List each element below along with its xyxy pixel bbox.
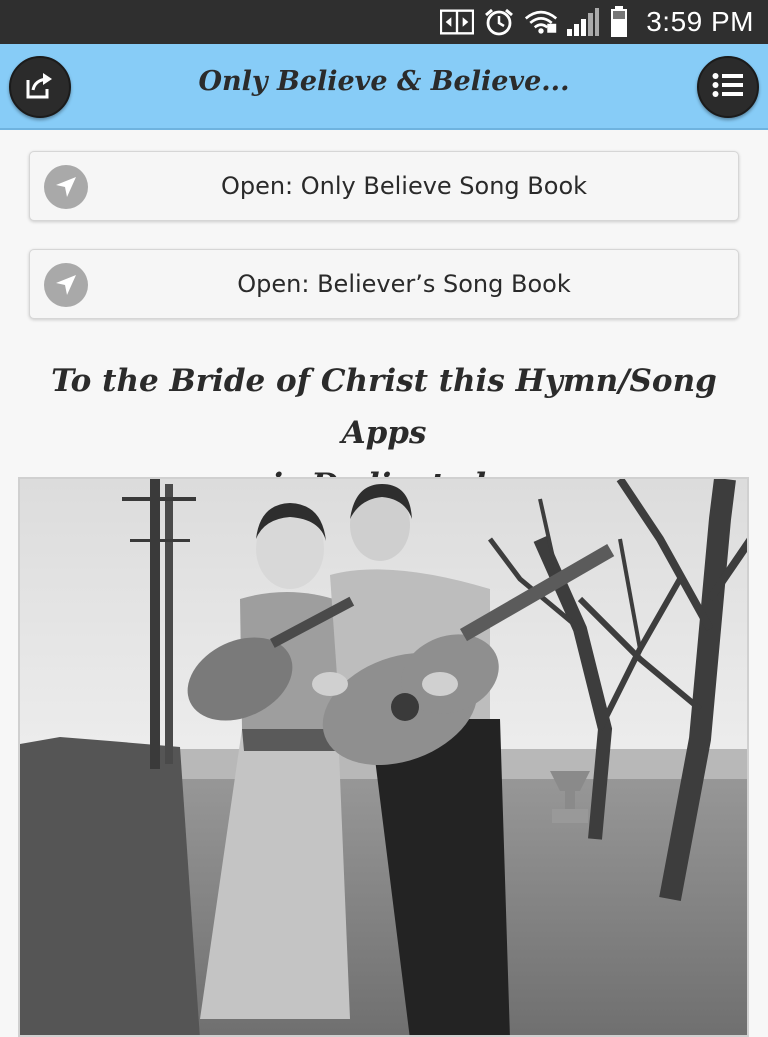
navigation-arrow-icon	[44, 165, 88, 209]
vintage-photo-couple-guitars	[20, 479, 747, 1035]
signal-icon	[566, 7, 600, 37]
menu-button[interactable]	[697, 56, 759, 118]
wifi-icon	[524, 7, 558, 37]
dedication-photo	[18, 477, 749, 1037]
alarm-icon	[482, 7, 516, 37]
status-time: 3:59 PM	[646, 6, 754, 37]
share-button[interactable]	[9, 56, 71, 118]
battery-icon	[608, 6, 630, 37]
share-icon	[25, 70, 55, 105]
status-icons: 3:59 PM	[440, 0, 754, 44]
navigation-arrow-icon	[44, 263, 88, 307]
list-menu-icon	[712, 72, 744, 103]
open-believers-button[interactable]: Open: Believer’s Song Book	[29, 249, 739, 319]
dedication-line-1: To the Bride of Christ this Hymn/Song Ap…	[51, 363, 717, 451]
open-only-believe-button[interactable]: Open: Only Believe Song Book	[29, 151, 739, 221]
screen-mirror-icon	[440, 7, 475, 37]
button-label: Open: Only Believe Song Book	[220, 172, 588, 200]
status-bar: 3:59 PM	[0, 0, 768, 44]
button-label: Open: Believer’s Song Book	[237, 270, 571, 298]
app-header: Only Believe & Believe...	[0, 44, 768, 130]
app-title: Only Believe & Believe...	[198, 66, 570, 97]
